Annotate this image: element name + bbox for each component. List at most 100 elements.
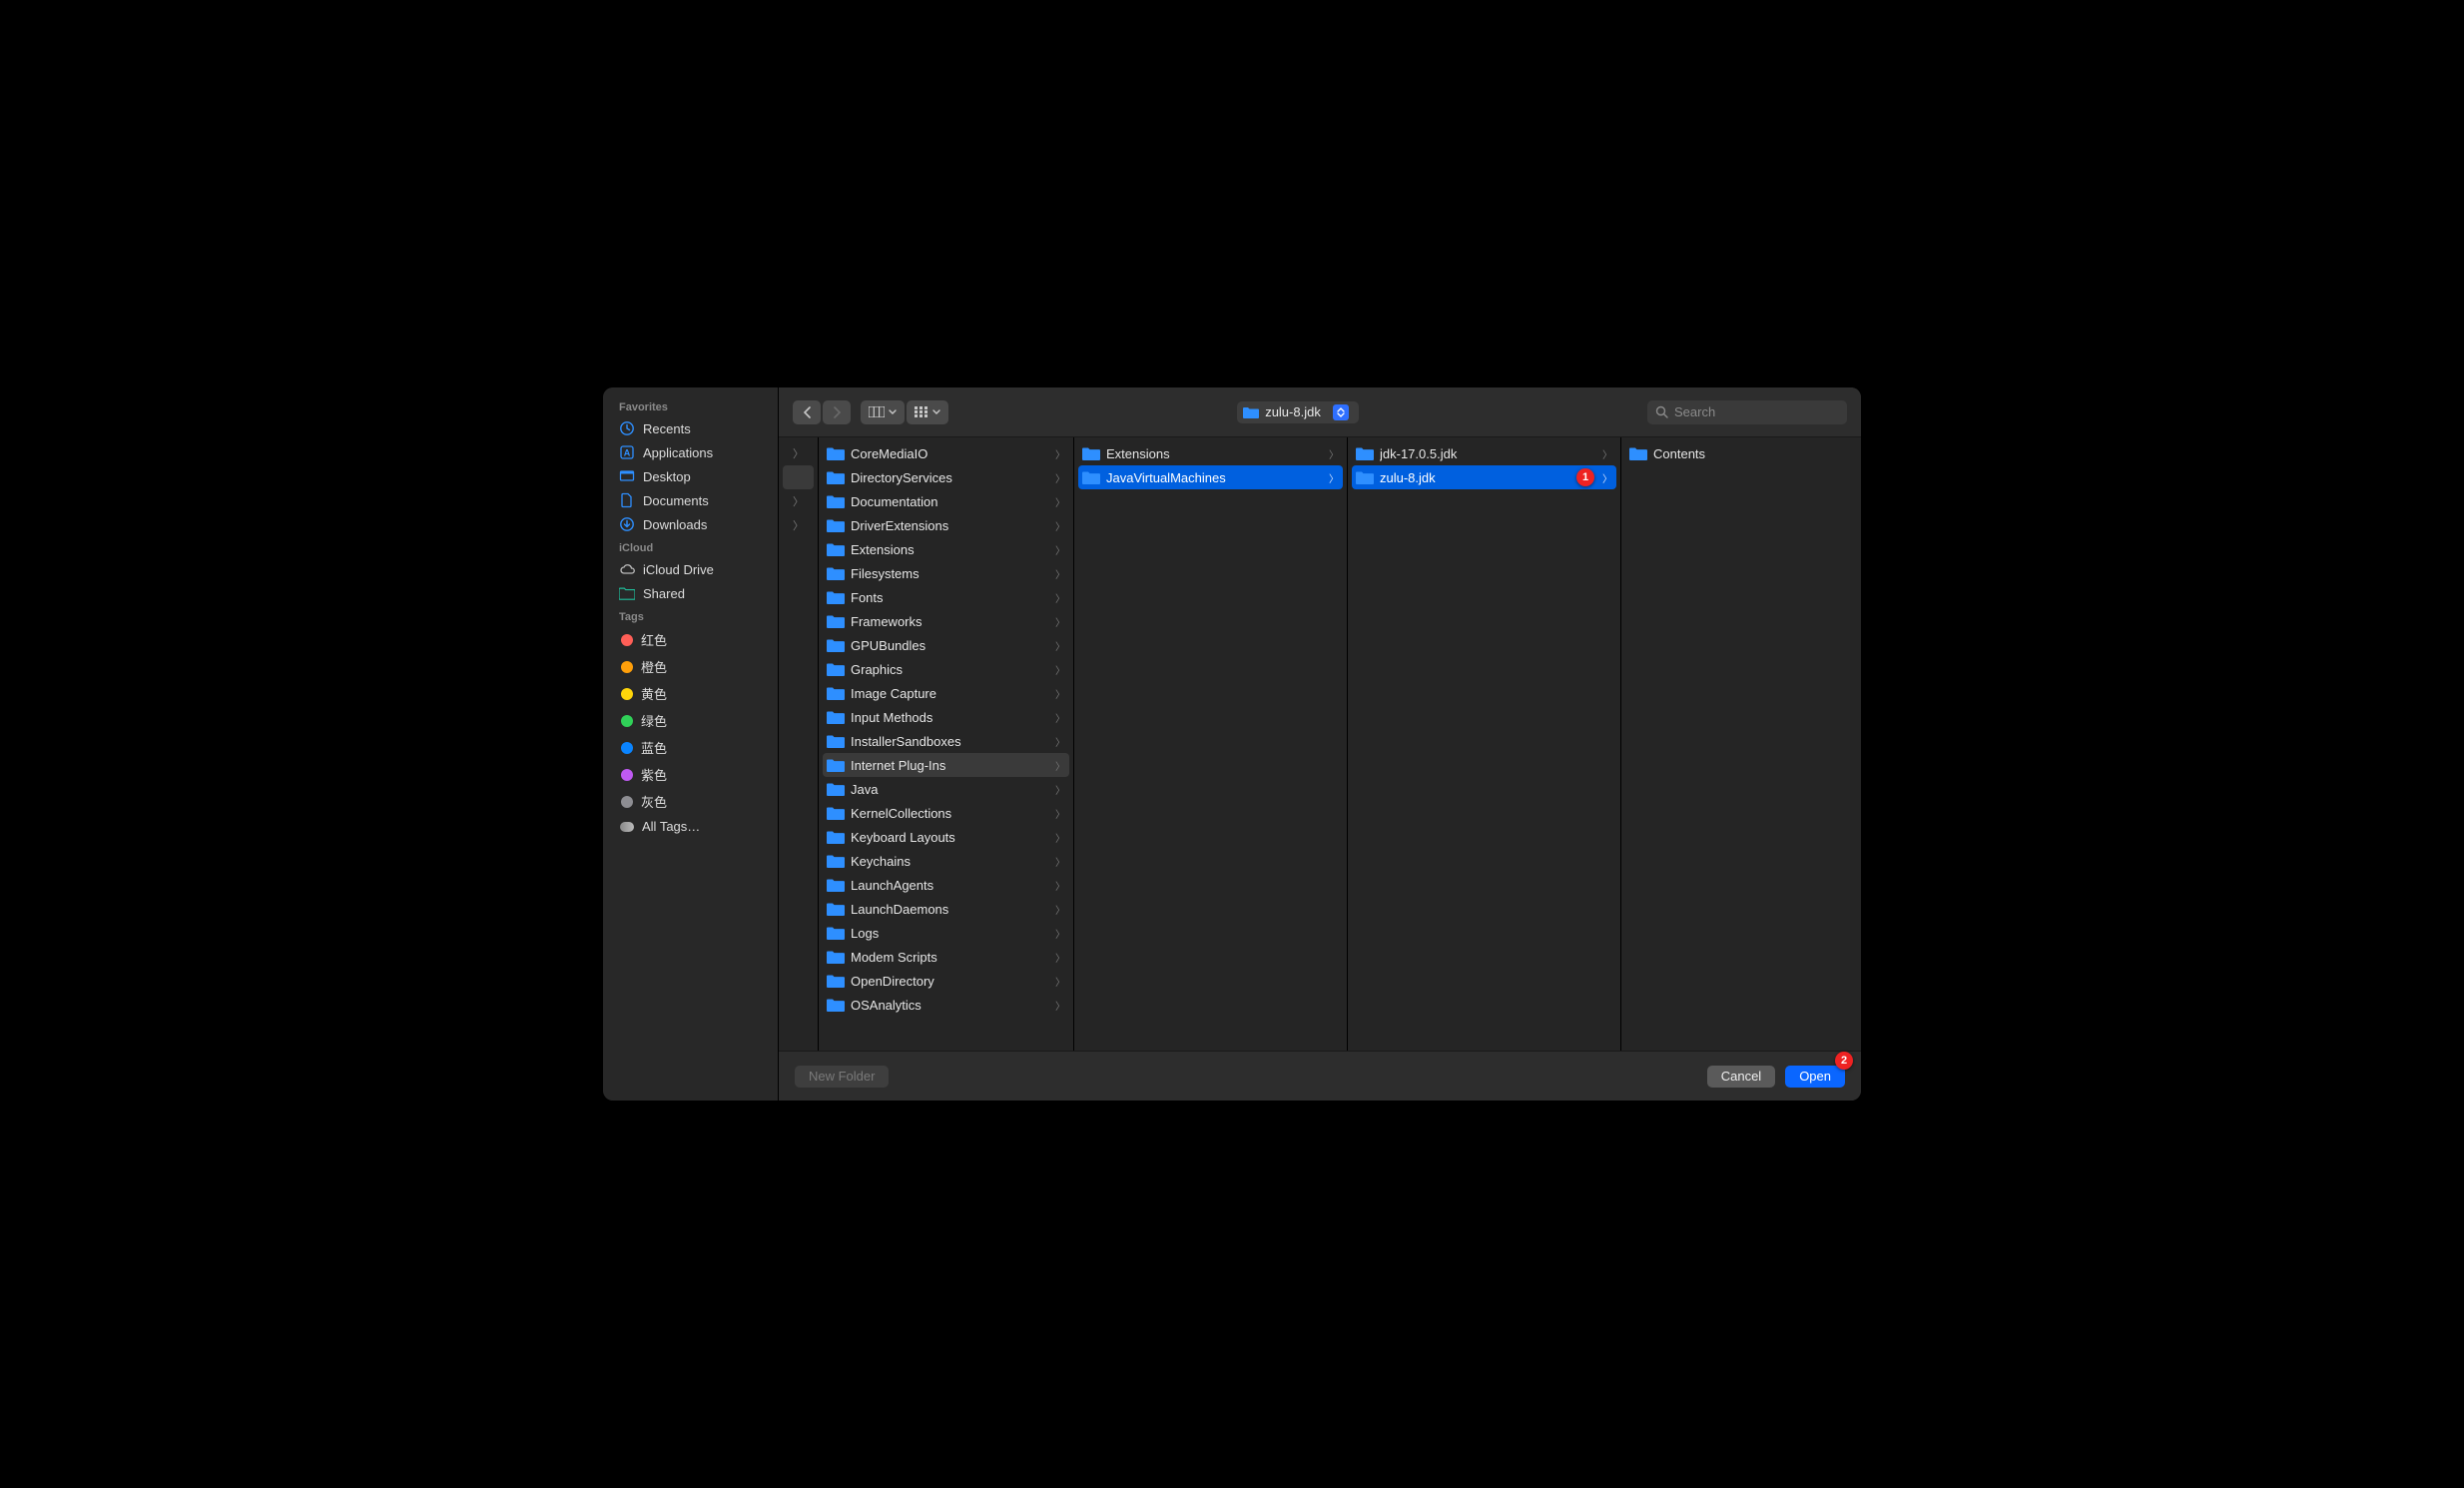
list-item[interactable]: Fonts〉 <box>823 585 1069 609</box>
search-field[interactable]: Search <box>1647 400 1847 424</box>
sidebar-item[interactable]: Desktop <box>603 464 778 488</box>
columns-icon <box>869 406 885 417</box>
list-item[interactable]: Frameworks〉 <box>823 609 1069 633</box>
list-item-label: Java <box>851 782 1049 797</box>
sidebar-item[interactable]: Shared <box>603 581 778 605</box>
list-item[interactable]: Java〉 <box>823 777 1069 801</box>
sidebar-item-label: Downloads <box>643 517 707 532</box>
list-item-label: Image Capture <box>851 686 1049 701</box>
list-item[interactable]: Modem Scripts〉 <box>823 945 1069 969</box>
list-item[interactable]: KernelCollections〉 <box>823 801 1069 825</box>
list-item[interactable]: JavaVirtualMachines〉 <box>1078 465 1343 489</box>
list-item-label: zulu-8.jdk <box>1380 470 1596 485</box>
new-folder-button[interactable]: New Folder <box>795 1066 889 1088</box>
sidebar-item[interactable]: AApplications <box>603 440 778 464</box>
sidebar-item[interactable]: 绿色 <box>603 707 778 734</box>
group-button[interactable] <box>907 400 948 424</box>
list-item[interactable]: jdk-17.0.5.jdk〉 <box>1352 441 1616 465</box>
column-1[interactable]: CoreMediaIO〉DirectoryServices〉Documentat… <box>819 437 1074 1051</box>
list-item[interactable]: Filesystems〉 <box>823 561 1069 585</box>
chevron-down-icon <box>932 409 940 415</box>
column-browser: 〉〉〉 CoreMediaIO〉DirectoryServices〉Docume… <box>779 437 1861 1051</box>
list-item-label: GPUBundles <box>851 638 1049 653</box>
list-item[interactable] <box>783 465 814 489</box>
list-item[interactable]: Documentation〉 <box>823 489 1069 513</box>
list-item-label: KernelCollections <box>851 806 1049 821</box>
sidebar-item[interactable]: Recents <box>603 416 778 440</box>
sidebar-item[interactable]: 紫色 <box>603 761 778 788</box>
list-item[interactable]: Extensions〉 <box>1078 441 1343 465</box>
list-item[interactable]: OpenDirectory〉 <box>823 969 1069 993</box>
view-group <box>861 400 948 424</box>
list-item[interactable]: Logs〉 <box>823 921 1069 945</box>
list-item[interactable]: InstallerSandboxes〉 <box>823 729 1069 753</box>
sidebar-header: iCloud <box>603 536 778 557</box>
list-item-label: Logs <box>851 926 1049 941</box>
view-columns-button[interactable] <box>861 400 905 424</box>
list-item[interactable]: 〉 <box>783 489 814 513</box>
list-item[interactable]: LaunchAgents〉 <box>823 873 1069 897</box>
back-button[interactable] <box>793 400 821 424</box>
grid-icon: A <box>619 444 635 460</box>
list-item[interactable]: Keyboard Layouts〉 <box>823 825 1069 849</box>
sidebar-item[interactable]: 黄色 <box>603 680 778 707</box>
sidebar-header: Favorites <box>603 395 778 416</box>
chevron-right-icon <box>833 406 842 418</box>
list-item[interactable]: 〉 <box>783 513 814 537</box>
list-item-label: DirectoryServices <box>851 470 1049 485</box>
svg-text:A: A <box>624 448 631 458</box>
column-2[interactable]: Extensions〉JavaVirtualMachines〉 <box>1074 437 1348 1051</box>
column-0[interactable]: 〉〉〉 <box>779 437 819 1051</box>
list-item-label: Input Methods <box>851 710 1049 725</box>
sidebar-item-label: Shared <box>643 586 685 601</box>
list-item[interactable]: Graphics〉 <box>823 657 1069 681</box>
list-item[interactable]: Contents <box>1625 441 1857 465</box>
sidebar-item[interactable]: 灰色 <box>603 788 778 815</box>
sidebar-item-label: Desktop <box>643 469 691 484</box>
dot-icon <box>621 715 633 727</box>
list-item[interactable]: Image Capture〉 <box>823 681 1069 705</box>
list-item[interactable]: Internet Plug-Ins〉 <box>823 753 1069 777</box>
sidebar-item-label: 蓝色 <box>641 738 667 757</box>
list-item[interactable]: DirectoryServices〉 <box>823 465 1069 489</box>
list-item[interactable]: Input Methods〉 <box>823 705 1069 729</box>
list-item[interactable]: 〉 <box>783 441 814 465</box>
sidebar-item[interactable]: Documents <box>603 488 778 512</box>
sidebar-item-label: 黄色 <box>641 684 667 703</box>
list-item-label: Documentation <box>851 494 1049 509</box>
list-item[interactable]: GPUBundles〉 <box>823 633 1069 657</box>
path-dropdown[interactable]: zulu-8.jdk <box>1237 401 1359 423</box>
sidebar-item[interactable]: 橙色 <box>603 653 778 680</box>
sidebar-item-label: iCloud Drive <box>643 562 714 577</box>
sidebar-item[interactable]: 蓝色 <box>603 734 778 761</box>
list-item[interactable]: OSAnalytics〉 <box>823 993 1069 1017</box>
cancel-button[interactable]: Cancel <box>1707 1066 1775 1088</box>
sidebar-item[interactable]: 红色 <box>603 626 778 653</box>
desktop-icon <box>619 468 635 484</box>
open-button[interactable]: Open <box>1785 1066 1845 1088</box>
column-4[interactable]: Contents <box>1621 437 1861 1051</box>
list-item-label: InstallerSandboxes <box>851 734 1049 749</box>
sidebar-item[interactable]: All Tags… <box>603 815 778 838</box>
sidebar-item-label: 红色 <box>641 630 667 649</box>
sidebar-item-label: 紫色 <box>641 765 667 784</box>
sidebar-item[interactable]: Downloads <box>603 512 778 536</box>
list-item[interactable]: LaunchDaemons〉 <box>823 897 1069 921</box>
list-item[interactable]: CoreMediaIO〉 <box>823 441 1069 465</box>
dropdown-indicator-icon <box>1333 404 1349 420</box>
clock-icon <box>619 420 635 436</box>
list-item-label: jdk-17.0.5.jdk <box>1380 446 1596 461</box>
sidebar-item[interactable]: iCloud Drive <box>603 557 778 581</box>
search-placeholder: Search <box>1674 404 1715 419</box>
column-3[interactable]: jdk-17.0.5.jdk〉zulu-8.jdk〉1 <box>1348 437 1621 1051</box>
list-item[interactable]: DriverExtensions〉 <box>823 513 1069 537</box>
sidebar-item-label: 绿色 <box>641 711 667 730</box>
list-item-label: JavaVirtualMachines <box>1106 470 1323 485</box>
list-item[interactable]: Extensions〉 <box>823 537 1069 561</box>
list-item[interactable]: Keychains〉 <box>823 849 1069 873</box>
open-dialog: FavoritesRecentsAApplications Desktop Docu… <box>603 387 1861 1101</box>
list-item-label: Modem Scripts <box>851 950 1049 965</box>
list-item[interactable]: zulu-8.jdk〉1 <box>1352 465 1616 489</box>
grid-small-icon <box>915 406 928 417</box>
forward-button[interactable] <box>823 400 851 424</box>
